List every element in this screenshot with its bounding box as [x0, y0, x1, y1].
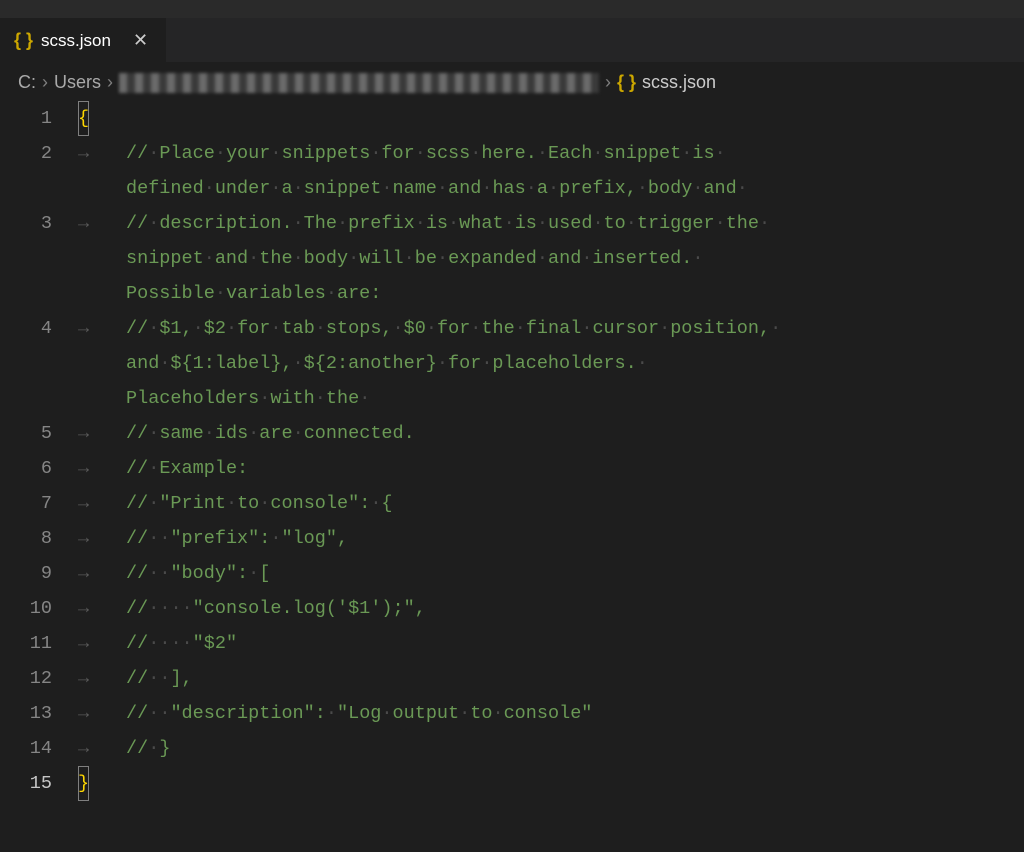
breadcrumb[interactable]: C: › Users › › { } scss.json	[0, 62, 1024, 101]
brace-close: }	[78, 766, 89, 801]
line-number-wrap	[0, 381, 52, 416]
whitespace-tab: →	[78, 486, 126, 521]
line-number: 4	[0, 311, 52, 346]
comment-text: //····"console.log('$1');",	[126, 591, 426, 626]
comment-text: //··"prefix":·"log",	[126, 521, 348, 556]
comment-text: //·$1,·$2·for·tab·stops,·$0·for·the·fina…	[126, 311, 781, 346]
code-line[interactable]: {	[78, 101, 994, 136]
line-number-wrap	[0, 346, 52, 381]
comment-text: //··"description":·"Log·output·to·consol…	[126, 696, 592, 731]
line-number-wrap	[0, 241, 52, 276]
line-number: 8	[0, 521, 52, 556]
line-number: 11	[0, 626, 52, 661]
whitespace-tab: →	[78, 521, 126, 556]
close-icon[interactable]: ✕	[129, 28, 152, 53]
code-line[interactable]: → //··"description":·"Log·output·to·cons…	[78, 696, 994, 731]
comment-text: defined·under·a·snippet·name·and·has·a·p…	[126, 171, 748, 206]
code-line[interactable]: → //····"console.log('$1');",	[78, 591, 994, 626]
line-number-wrap	[0, 171, 52, 206]
breadcrumb-redacted-path	[119, 73, 599, 93]
brace-open: {	[78, 101, 89, 136]
tab-label: scss.json	[41, 31, 111, 51]
code-line[interactable]: → //·$1,·$2·for·tab·stops,·$0·for·the·fi…	[78, 311, 994, 346]
code-line[interactable]: → //··"prefix":·"log",	[78, 521, 994, 556]
comment-text: //··],	[126, 661, 193, 696]
whitespace-tab: →	[78, 731, 126, 766]
line-number: 12	[0, 661, 52, 696]
code-editor[interactable]: 1 2 3 4 5 6 7 8 9 10 11 12 13 14 15 { → …	[0, 101, 1024, 841]
whitespace-tab: →	[78, 416, 126, 451]
code-line[interactable]: → //·"Print·to·console":·{	[78, 486, 994, 521]
line-number-wrap	[0, 276, 52, 311]
whitespace-tab: →	[78, 696, 126, 731]
code-line[interactable]: }	[78, 766, 994, 801]
code-line[interactable]: → //·same·ids·are·connected.	[78, 416, 994, 451]
json-icon: { }	[14, 30, 33, 51]
line-number: 1	[0, 101, 52, 136]
line-number: 3	[0, 206, 52, 241]
line-number: 6	[0, 451, 52, 486]
tab-bar-spacer	[166, 18, 1024, 62]
code-line[interactable]: and·${1:label},·${2:another}·for·placeho…	[78, 346, 994, 381]
chevron-right-icon: ›	[107, 72, 113, 93]
comment-text: //·description.·The·prefix·is·what·is·us…	[126, 206, 770, 241]
code-line[interactable]: → //·}	[78, 731, 994, 766]
comment-text: //·"Print·to·console":·{	[126, 486, 393, 521]
comment-text: //·Example:	[126, 451, 248, 486]
code-line[interactable]: → //·Example:	[78, 451, 994, 486]
code-area[interactable]: { → //·Place·your·snippets·for·scss·here…	[78, 101, 1024, 801]
code-line[interactable]: → //··],	[78, 661, 994, 696]
whitespace-tab: →	[78, 136, 126, 171]
line-number: 5	[0, 416, 52, 451]
chevron-right-icon: ›	[605, 72, 611, 93]
whitespace-tab: →	[78, 451, 126, 486]
breadcrumb-filename[interactable]: scss.json	[642, 72, 716, 93]
comment-text: Possible·variables·are:	[126, 276, 381, 311]
comment-text: snippet·and·the·body·will·be·expanded·an…	[126, 241, 703, 276]
line-number: 14	[0, 731, 52, 766]
tab-bar: { } scss.json ✕	[0, 18, 1024, 62]
whitespace-tab: →	[78, 206, 126, 241]
line-number: 9	[0, 556, 52, 591]
breadcrumb-root[interactable]: C:	[18, 72, 36, 93]
code-line[interactable]: → //·Place·your·snippets·for·scss·here.·…	[78, 136, 994, 171]
comment-text: //·}	[126, 731, 170, 766]
code-line[interactable]: defined·under·a·snippet·name·and·has·a·p…	[78, 171, 994, 206]
comment-text: //··"body":·[	[126, 556, 270, 591]
comment-text: //·same·ids·are·connected.	[126, 416, 415, 451]
comment-text: //·Place·your·snippets·for·scss·here.·Ea…	[126, 136, 726, 171]
breadcrumb-users[interactable]: Users	[54, 72, 101, 93]
json-icon: { }	[617, 72, 636, 93]
line-number: 10	[0, 591, 52, 626]
title-bar	[0, 0, 1024, 18]
whitespace-tab: →	[78, 661, 126, 696]
code-line[interactable]: → //····"$2"	[78, 626, 994, 661]
line-number: 2	[0, 136, 52, 171]
whitespace-tab: →	[78, 311, 126, 346]
code-line[interactable]: → //··"body":·[	[78, 556, 994, 591]
comment-text: and·${1:label},·${2:another}·for·placeho…	[126, 346, 648, 381]
line-number: 15	[0, 766, 52, 801]
chevron-right-icon: ›	[42, 72, 48, 93]
tab-scss-json[interactable]: { } scss.json ✕	[0, 18, 166, 62]
line-number: 13	[0, 696, 52, 731]
comment-text: Placeholders·with·the·	[126, 381, 370, 416]
code-line[interactable]: snippet·and·the·body·will·be·expanded·an…	[78, 241, 994, 276]
code-line[interactable]: Possible·variables·are:	[78, 276, 994, 311]
code-line[interactable]: → //·description.·The·prefix·is·what·is·…	[78, 206, 994, 241]
whitespace-tab: →	[78, 556, 126, 591]
comment-text: //····"$2"	[126, 626, 237, 661]
code-line[interactable]: Placeholders·with·the·	[78, 381, 994, 416]
whitespace-tab: →	[78, 626, 126, 661]
line-number: 7	[0, 486, 52, 521]
whitespace-tab: →	[78, 591, 126, 626]
line-number-gutter: 1 2 3 4 5 6 7 8 9 10 11 12 13 14 15	[0, 101, 78, 801]
